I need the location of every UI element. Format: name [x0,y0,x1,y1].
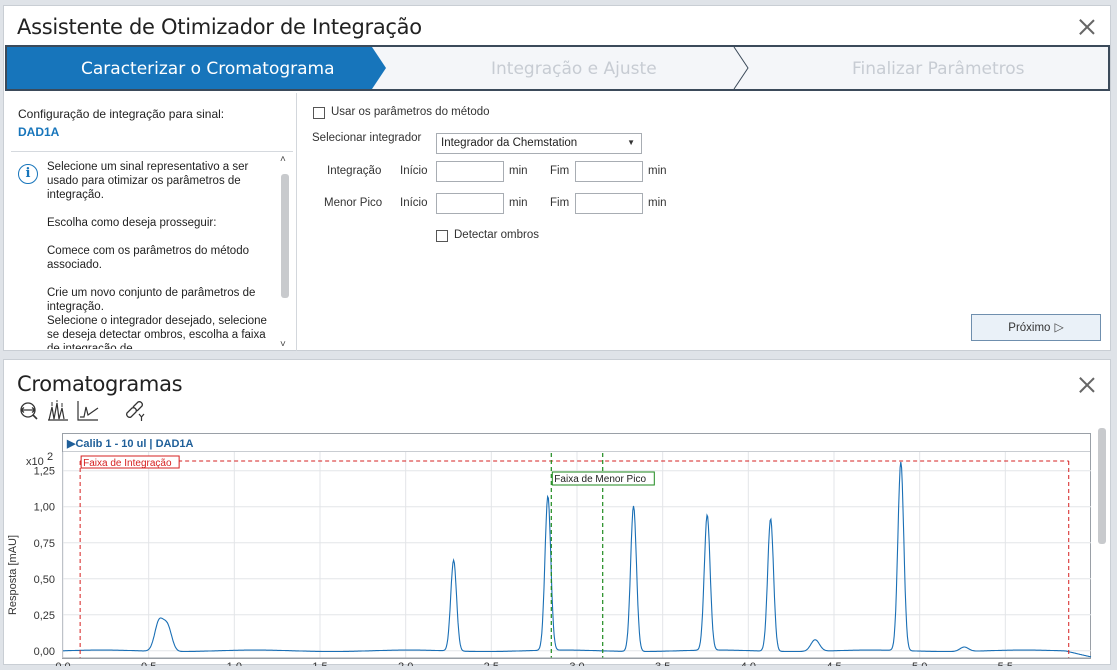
minor-peak-start-input[interactable] [436,193,504,214]
x-tick-label: 0,0 [55,661,70,666]
step-separator [733,47,749,89]
detect-shoulders-checkbox[interactable] [436,230,448,242]
step-finalize-parameters[interactable]: Finalizar Parâmetros [852,59,1025,79]
step-characterize[interactable]: Caracterizar o Cromatograma [81,59,335,79]
minor-end-label: Fim [550,197,570,209]
use-method-params-checkbox[interactable] [313,107,325,119]
y-multiplier-exponent: 2 [47,451,53,463]
x-tick-label: 1,0 [227,661,242,666]
x-tick-label: 1,5 [312,661,327,666]
integration-optimizer-wizard: Assistente de Otimizador de Integração C… [3,5,1111,351]
info-paragraph: Escolha como deseja prosseguir: [47,217,217,229]
y-tick-label: 0,25 [34,610,55,622]
next-button[interactable]: Próximo ▷ [971,314,1101,341]
x-tick-label: 4,5 [826,661,841,666]
use-method-params-label: Usar os parâmetros do método [331,106,490,118]
y-tick-label: 1,00 [34,502,55,514]
unit-label: min [648,165,667,177]
integration-end-label: Fim [550,165,570,177]
chromatogram-scrollbar[interactable] [1098,428,1106,664]
scroll-thumb[interactable] [1098,428,1106,544]
chromatogram-chart: 0,0 0,5 1,0 1,5 2,0 2,5 3,0 3,5 4,0 4,5 5,0 5,5 0,00… [7,451,1092,666]
wizard-step-bar: Caracterizar o Cromatograma Integração e… [5,45,1110,91]
x-tick-label: 4,0 [741,661,756,666]
play-icon: ▷ [1054,320,1064,334]
x-tick-label: 5,0 [912,661,927,666]
integrator-select[interactable]: Integrador da Chemstation ▼ [436,133,642,154]
x-tick-label: 0,5 [141,661,156,666]
minor-peak-end-input[interactable] [575,193,643,214]
unit-label: min [509,165,528,177]
wizard-close-icon[interactable] [1078,18,1096,36]
integrator-value: Integrador da Chemstation [441,137,578,149]
chevron-down-icon: ▼ [627,138,635,147]
next-button-label: Próximo [1008,322,1051,334]
y-tick-label: 0,50 [34,574,55,586]
minor-peak-label: Menor Pico [324,197,383,209]
y-tick-label: 0,00 [34,646,55,658]
y-multiplier-label: x10 [26,456,44,468]
chromatograms-panel: Cromatogramas ▶Calib 1 - 10 ul | DAD1A 0… [3,359,1111,666]
y-axis-label: Resposta [mAU] [7,535,19,615]
step-integration-adjust[interactable]: Integração e Ajuste [491,59,657,79]
info-box: i Selecione um sinal representativo a se… [11,151,293,349]
config-label: Configuração de integração para sinal: [18,107,225,121]
signal-name: DAD1A [18,125,60,139]
info-paragraph: Selecione o integrador desejado, selecio… [47,315,267,349]
scroll-thumb[interactable] [281,174,289,298]
info-scrollbar[interactable]: ˄ ˅ [279,154,291,349]
minor-start-label: Início [400,197,428,209]
integration-label: Integração [327,165,382,177]
integration-end-input[interactable] [575,161,643,182]
x-tick-label: 3,0 [569,661,584,666]
scroll-up-icon[interactable]: ˄ [280,154,286,165]
x-tick-label: 2,0 [398,661,413,666]
integration-range-label: Faixa de Integração [83,458,172,469]
info-icon: i [18,164,38,184]
minor-peak-range-label: Faixa de Menor Pico [554,474,646,485]
wizard-title: Assistente de Otimizador de Integração [17,15,422,39]
x-tick-label: 5,5 [998,661,1013,666]
x-tick-label: 3,5 [655,661,670,666]
integration-start-label: Início [400,165,428,177]
info-paragraph: Comece com os parâmetros do método assoc… [47,245,249,271]
detect-shoulders-label: Detectar ombros [454,229,540,241]
scroll-down-icon[interactable]: ˅ [280,339,286,349]
info-paragraph: Selecione um sinal representativo a ser … [47,161,249,201]
unit-label: min [509,197,528,209]
x-tick-label: 2,5 [484,661,499,666]
integration-start-input[interactable] [436,161,504,182]
unit-label: min [648,197,667,209]
info-paragraph: Crie um novo conjunto de parâmetros de i… [47,287,256,313]
select-integrator-label: Selecionar integrador [312,132,422,144]
y-tick-label: 0,75 [34,538,55,550]
left-info-pane: Configuração de integração para sinal: D… [4,93,297,351]
